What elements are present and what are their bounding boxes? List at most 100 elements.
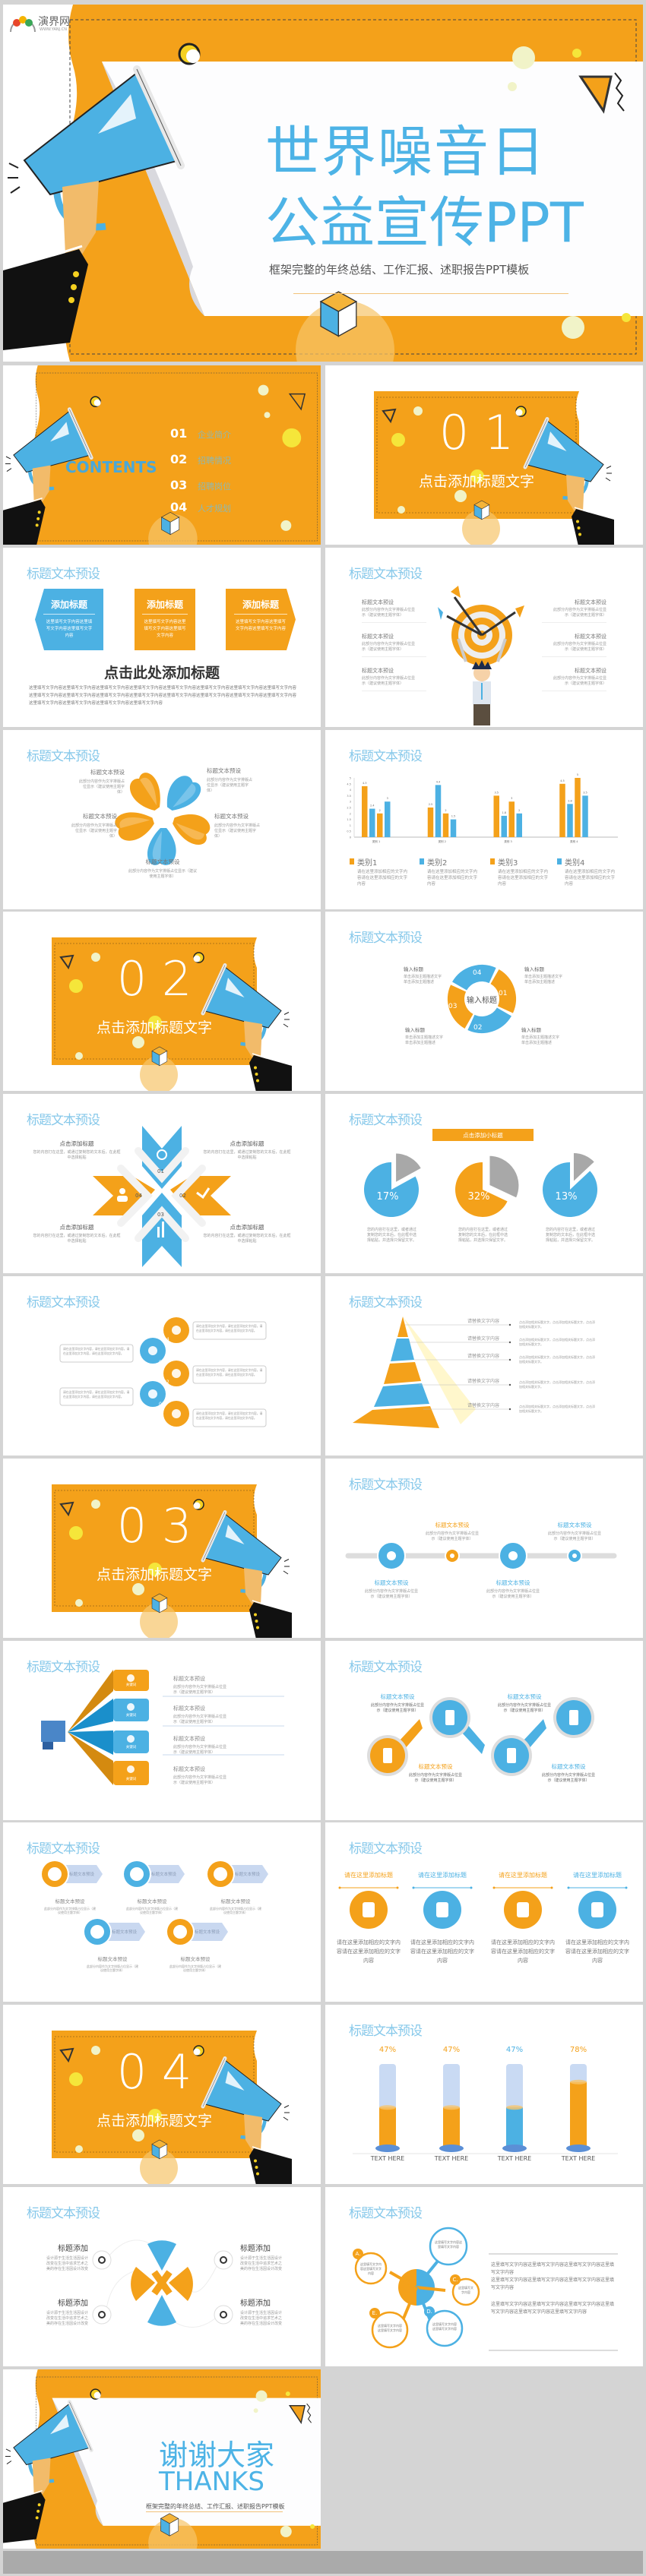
- cross-number: 02: [179, 1193, 186, 1199]
- magnifier-slide[interactable]: 标题文本预设 标题文本预设 此部分内容作为文字排版占位显示（建议使用主题字体） 标题…: [325, 1641, 643, 1820]
- contents-item-number: 02: [170, 452, 188, 466]
- icon-column[interactable]: 请在这里添加标题: [410, 1871, 474, 1879]
- title-box[interactable]: 添加标题 这里填写文字内容这里填写文字内容这里填写文字内容: [135, 589, 195, 650]
- bar-value-label: 4.3: [363, 782, 367, 785]
- cross-item-title: 点击添加标题: [230, 1224, 264, 1231]
- icon-column[interactable]: 请在这里添加标题: [491, 1871, 555, 1879]
- fold-item-title: 标题文本预设: [173, 1676, 205, 1682]
- target-item[interactable]: 标题文本预设 此部分内容作为文字排版占位显示（建议使用主题字体）: [542, 667, 606, 691]
- fold-item[interactable]: 标题文本预设 此部分内容作为文字排版占位显示（建议使用主题字体）: [173, 1705, 249, 1725]
- cycle-item[interactable]: 输入标题 单击添加主题描述文字单击添加主题描述: [524, 965, 562, 985]
- fold-item[interactable]: 标题文本预设 此部分内容作为文字排版占位显示（建议使用主题字体）: [173, 1765, 249, 1786]
- timeline-item[interactable]: 标题文本预设 此部分内容作为文字排版占位显示（建议使用主题字体）: [426, 1521, 479, 1542]
- magnifier-item[interactable]: 标题文本预设 此部分内容作为文字排版占位显示（建议使用主题字体）: [409, 1762, 462, 1784]
- flower-item[interactable]: 标题文本预设 此部分内容作为文字排版占位显示（建议使用主题字体）: [71, 812, 117, 839]
- flower-item[interactable]: 标题文本预设 此部分内容作为文字排版占位显示（建议使用主题字体）: [79, 768, 125, 795]
- cross-slide[interactable]: 标题文本预设 01 02 03 04 点击添加标题 您的内容打在这里，或通过复制您的文本后…: [3, 1094, 321, 1273]
- magnifier-item[interactable]: 标题文本预设 此部分内容作为文字排版占位显示（建议使用主题字体）: [371, 1693, 424, 1714]
- arrow-item[interactable]: 标题文本预设 此部分内容作为文字排版占位显示（建议使用主题字体）: [86, 1955, 139, 1972]
- legend-label: 类别3: [498, 859, 518, 868]
- x-tick-label: 类别 1: [372, 839, 380, 843]
- cycle-item[interactable]: 输入标题 单击添加主题描述文字单击添加主题描述: [521, 1026, 559, 1046]
- target-item[interactable]: 标题文本预设 此部分内容作为文字排版占位显示（建议使用主题字体）: [362, 633, 426, 657]
- arrow-item[interactable]: 标题文本预设 此部分内容作为文字排版占位显示（建议使用主题字体）: [169, 1955, 222, 1972]
- chain-diagram: [59, 1317, 267, 1427]
- target-slide[interactable]: 标题文本预设 标题文本预设 此部分内容作为文字排版占位显示（建议使用主题字体） 标题…: [325, 548, 643, 727]
- target-item[interactable]: 标题文本预设 此部分内容作为文字排版占位显示（建议使用主题字体）: [362, 667, 426, 691]
- bar-value-label: 2: [445, 809, 446, 812]
- pyramid-slide[interactable]: 标题文本预设 请替换文字内容 点击添加相关标题文字，点击添加相关标题文字，点击添加…: [325, 1276, 643, 1456]
- cover-slide[interactable]: 演界网 WWW.YANJ.CN 世界噪音日 公益宣传PPT 框架完整的年终总结、工作…: [3, 5, 643, 362]
- cross-item[interactable]: 点击添加标题 您的内容打在这里，或通过复制您的文本后，在此框中选择粘贴: [202, 1139, 292, 1161]
- cross-item[interactable]: 点击添加标题 您的内容打在这里，或通过复制您的文本后，在此框中选择粘贴: [32, 1223, 122, 1244]
- magnifier-item[interactable]: 标题文本预设 此部分内容作为文字排版占位显示（建议使用主题字体）: [542, 1762, 595, 1784]
- arrow-tag: 标题文本预设: [151, 1873, 177, 1877]
- pyramid-diagram: [353, 1316, 511, 1428]
- title-box[interactable]: 添加标题 这里填写文字内容这里填写文字内容这里填写文字内容: [35, 589, 103, 650]
- contents-item-number: 03: [170, 478, 188, 492]
- contents-item[interactable]: 02 招聘情况: [170, 452, 246, 467]
- section-slide-04[interactable]: 0 4 点击添加标题文字: [3, 2005, 321, 2184]
- contents-item[interactable]: 04 人才规划: [170, 500, 246, 515]
- y-tick-label: 0: [350, 836, 351, 839]
- section-slide-01[interactable]: 0 1 点击添加标题文字: [325, 365, 643, 545]
- cross-item[interactable]: 点击添加标题 您的内容打在这里，或通过复制您的文本后，在此框中选择粘贴: [202, 1223, 292, 1244]
- thermometer-caption: TEXT HERE: [561, 2155, 596, 2162]
- fold-item[interactable]: 标题文本预设 此部分内容作为文字排版占位显示（建议使用主题字体）: [173, 1735, 249, 1756]
- thanks-slide[interactable]: 谢谢大家 THANKS 框架完整的年终总结、工作汇报、述职报告PPT模板: [3, 2369, 321, 2549]
- bar: [508, 801, 515, 837]
- thermometer-slide[interactable]: 标题文本预设 47% TEXT HERE 47% TEXT HERE 47% TEXT H…: [325, 2005, 643, 2184]
- magnifier-item[interactable]: 标题文本预设 此部分内容作为文字排版占位显示（建议使用主题字体）: [498, 1693, 551, 1714]
- arrow-item[interactable]: 标题文本预设 此部分内容作为文字排版占位显示（建议使用主题字体）: [43, 1897, 97, 1914]
- icon-column[interactable]: 请在这里添加标题: [337, 1871, 401, 1879]
- orbit-slide[interactable]: 标题文本预设 标题添加 设计源于生活生活因设计改变在生活中追求艺术之美的存在生活因…: [3, 2187, 321, 2366]
- bar-chart-slide[interactable]: 标题文本预设 0 0.5 1 1.5 2 2.5 3 3.5 4 4.5 5 4.3 2.4 2 3 类别 12…: [325, 730, 643, 909]
- timeline-item[interactable]: 标题文本预设 此部分内容作为文字排版占位显示（建议使用主题字体）: [365, 1579, 418, 1600]
- pyramid-text: 点击添加相关标题文字，点击添加相关标题文字，点击添加相关标题文字。: [519, 1320, 595, 1329]
- target-item[interactable]: 标题文本预设 此部分内容作为文字排版占位显示（建议使用主题字体）: [542, 599, 606, 623]
- orbit-item[interactable]: 标题添加 设计源于生活生活因设计改变在生活中追求艺术之美的存在生活因设计改变: [33, 2296, 88, 2328]
- icon-columns-slide[interactable]: 标题文本预设 请在这里添加标题 请在这里添加相应的文字内容请在这里添加相应的文字内…: [325, 1822, 643, 2002]
- orbit-item[interactable]: 标题添加 设计源于生活生活因设计改变在生活中追求艺术之美的存在生活因设计改变: [240, 2242, 295, 2273]
- fold-slide[interactable]: 标题文本预设 关键词 标题文本预设 此部分内容作为文字排版占位显示（建议使用主题字体…: [3, 1641, 321, 1820]
- flower-item[interactable]: 标题文本预设 此部分内容作为文字排版占位显示（建议使用主题字体）: [214, 812, 260, 839]
- cross-number: 03: [157, 1212, 164, 1218]
- title-box[interactable]: 添加标题 这里填写文字内容这里填写文字内容这里填写文字内容: [226, 589, 296, 650]
- flower-item-text: 此部分内容作为文字排版占位显示（建议使用主题字体）: [71, 823, 118, 839]
- cycle-item[interactable]: 输入标题 单击添加主题描述文字单击添加主题描述: [405, 1026, 443, 1046]
- cycle-item[interactable]: 输入标题 单击添加主题描述文字单击添加主题描述: [404, 965, 442, 985]
- thermometer-percent: 78%: [569, 2046, 587, 2054]
- arrow-items-slide[interactable]: 标题文本预设 标题文本预设 标题文本预设 此部分内容作为文字排版占位显示（建议使用主…: [3, 1822, 321, 2002]
- orbit-item[interactable]: 标题添加 设计源于生活生活因设计改变在生活中追求艺术之美的存在生活因设计改变: [240, 2296, 295, 2328]
- bar: [442, 813, 449, 837]
- pie-slide[interactable]: 标题文本预设 点击添加小标题 17% 您的内容打在这里，或者通过复制您的文本后，在此框…: [325, 1094, 643, 1273]
- timeline-item[interactable]: 标题文本预设 此部分内容作为文字排版占位显示（建议使用主题字体）: [548, 1521, 601, 1542]
- fold-diagram: [41, 1670, 284, 1785]
- contents-item[interactable]: 01 企业简介: [170, 426, 246, 441]
- fold-item[interactable]: 标题文本预设 此部分内容作为文字排版占位显示（建议使用主题字体）: [173, 1675, 249, 1696]
- timeline-item[interactable]: 标题文本预设 此部分内容作为文字排版占位显示（建议使用主题字体）: [486, 1579, 540, 1600]
- target-item[interactable]: 标题文本预设 此部分内容作为文字排版占位显示（建议使用主题字体）: [542, 633, 606, 657]
- bar-value-label: 4.5: [560, 779, 565, 782]
- cycle-slide[interactable]: 标题文本预设 输入标题 01 02 03 04 输入标题 单击添加主题描述文字单击添加主题描…: [325, 912, 643, 1091]
- orbit-item[interactable]: 标题添加 设计源于生活生活因设计改变在生活中追求艺术之美的存在生活因设计改变: [33, 2242, 88, 2273]
- pie-description: 您的内容打在这里，或者通过复制您的文本后，在此框中选择粘贴，并选择只保留文字。: [458, 1228, 508, 1243]
- flower-item[interactable]: 标题文本预设 此部分内容作为文字排版占位显示（建议使用主题字体）: [128, 858, 197, 880]
- bar: [567, 804, 573, 837]
- cross-item[interactable]: 点击添加标题 您的内容打在这里，或通过复制您的文本后，在此框中选择粘贴: [32, 1139, 122, 1161]
- arrow-item[interactable]: 标题文本预设 此部分内容作为文字排版占位显示（建议使用主题字体）: [125, 1897, 179, 1914]
- section-slide-02[interactable]: 0 2 点击添加标题文字: [3, 912, 321, 1091]
- three-boxes-slide[interactable]: 标题文本预设 添加标题 这里填写文字内容这里填写文字内容这里填写文字内容 添加标题 这里…: [3, 548, 321, 727]
- arrow-item[interactable]: 标题文本预设 此部分内容作为文字排版占位显示（建议使用主题字体）: [209, 1897, 262, 1914]
- contents-heading: CONTENTS: [65, 458, 157, 476]
- section-slide-03[interactable]: 0 3 点击添加标题文字: [3, 1459, 321, 1638]
- icon-column[interactable]: 请在这里添加标题: [565, 1871, 629, 1879]
- contents-item[interactable]: 03 招聘岗位: [170, 478, 246, 493]
- flower-item[interactable]: 标题文本预设 此部分内容作为文字排版占位显示（建议使用主题字体）: [207, 766, 252, 794]
- timeline-slide[interactable]: 标题文本预设 标题文本预设 此部分内容作为文字排版占位显示（建议使用主题字体） 标题…: [325, 1459, 643, 1638]
- chain-slide[interactable]: 标题文本预设 04 03 02 01 请在这里添加文字内容，请在这里添加文字内容。请在这…: [3, 1276, 321, 1456]
- mind-map-slide[interactable]: 标题文本预设 A. 这里填写文字内容这里填写文字内容 这里填写文字内容这里填写文字内…: [325, 2187, 643, 2366]
- flower-slide[interactable]: 标题文本预设 标题文本预设 此部分内容作为文字排版占位显示（建议使用主题字体） 标题…: [3, 730, 321, 909]
- target-item[interactable]: 标题文本预设 此部分内容作为文字排版占位显示（建议使用主题字体）: [362, 599, 426, 623]
- contents-slide[interactable]: CONTENTS 01 企业简介 02 招聘情况 03 招聘岗位 04 人才规划: [3, 365, 321, 545]
